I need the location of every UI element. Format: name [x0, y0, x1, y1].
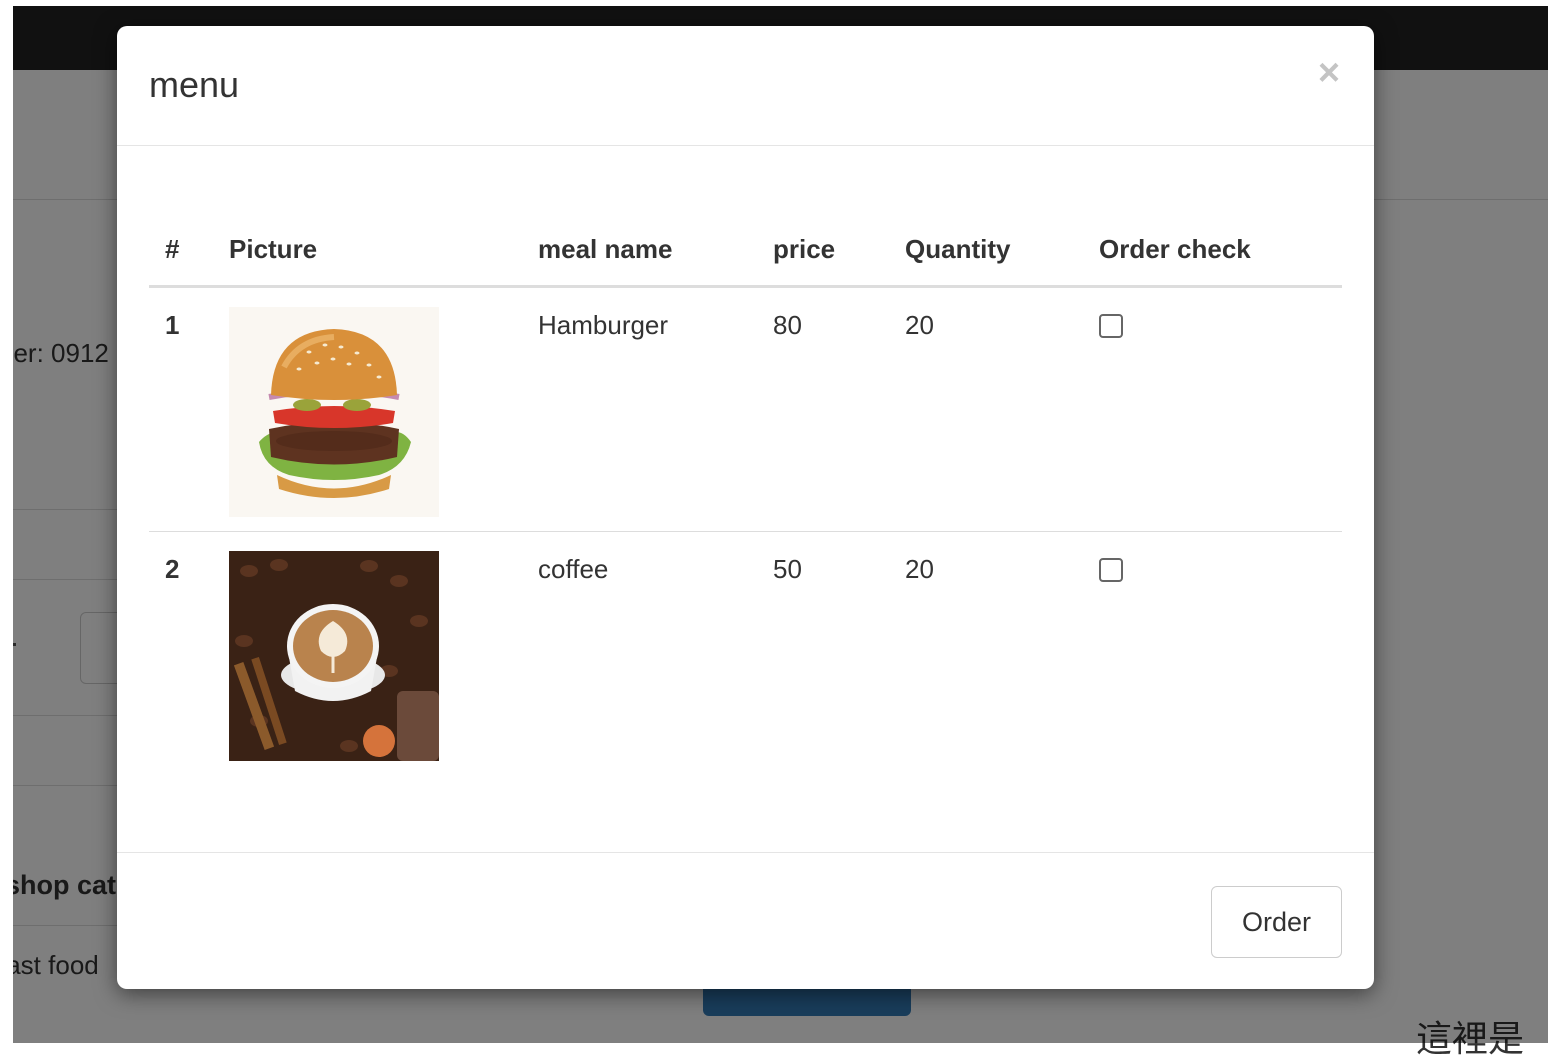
table-row: 1 Hamburger 80 20	[149, 286, 1342, 532]
modal-title: menu	[149, 64, 240, 105]
meal-price: 80	[773, 286, 905, 532]
modal-footer: Order	[117, 852, 1374, 989]
picture-cell	[229, 531, 538, 776]
order-checkbox[interactable]	[1099, 557, 1123, 582]
menu-modal: menu × # Picture meal name price Quantit…	[117, 26, 1374, 989]
row-number: 1	[149, 286, 229, 532]
meal-name: coffee	[538, 553, 609, 584]
modal-header: menu ×	[117, 26, 1374, 146]
header-meal-name: meal name	[538, 214, 773, 288]
coffee-photo	[229, 550, 439, 761]
header-price: price	[773, 214, 905, 288]
menu-table: # Picture meal name price Quantity Order…	[149, 214, 1342, 776]
close-icon[interactable]: ×	[1312, 54, 1346, 92]
table-header-row: # Picture meal name price Quantity Order…	[149, 214, 1342, 288]
order-button[interactable]: Order	[1211, 886, 1342, 958]
order-check-cell	[1099, 531, 1342, 776]
header-quantity: Quantity	[905, 214, 1099, 288]
header-order-check: Order check	[1099, 214, 1342, 288]
meal-quantity: 20	[905, 553, 934, 584]
meal-name: Hamburger	[538, 286, 773, 532]
order-checkbox[interactable]	[1099, 313, 1123, 338]
meal-price: 50	[773, 553, 802, 584]
order-check-cell	[1099, 286, 1342, 532]
header-number: #	[149, 214, 229, 288]
hamburger-photo	[229, 306, 439, 517]
header-picture: Picture	[229, 214, 538, 288]
table-row: 2 coffee 50 20	[149, 531, 1342, 776]
row-number: 2	[165, 553, 180, 584]
meal-quantity: 20	[905, 286, 1099, 532]
picture-cell	[229, 286, 538, 532]
